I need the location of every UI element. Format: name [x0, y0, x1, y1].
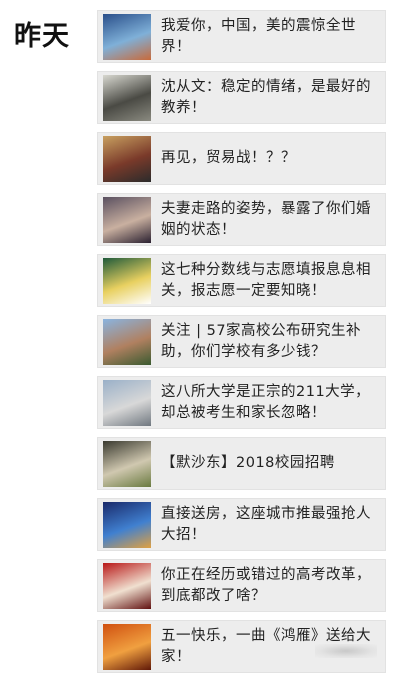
article-title: 你正在经历或错过的高考改革，到底都改了啥？ — [161, 566, 371, 604]
article-title: 我爱你，中国，美的震惊全世界！ — [161, 17, 356, 55]
watermark-overlay — [315, 644, 377, 658]
article-card[interactable]: 我爱你，中国，美的震惊全世界！ — [97, 10, 386, 63]
article-card[interactable]: 沈从文：稳定的情绪，是最好的教养！ — [97, 71, 386, 124]
article-card[interactable]: 夫妻走路的姿势，暴露了你们婚姻的状态！ — [97, 193, 386, 246]
campus-building-photo-thumbnail — [103, 379, 151, 426]
old-couple-photo-thumbnail — [103, 74, 151, 121]
article-title: 夫妻走路的姿势，暴露了你们婚姻的状态！ — [161, 200, 371, 238]
article-title: 再见，贸易战！？？ — [161, 150, 296, 166]
article-title: 这八所大学是正宗的211大学，却总被考生和家长忽略！ — [161, 383, 371, 421]
article-title: 这七种分数线与志愿填报息息相关，报志愿一定要知晓！ — [161, 261, 371, 299]
article-card[interactable]: 【默沙东】2018校园招聘 — [97, 437, 386, 490]
article-title: 关注 | 57家高校公布研究生补助，你们学校有多少钱？ — [161, 322, 362, 360]
feed-page: 昨天 我爱你，中国，美的震惊全世界！ 沈从文：稳定的情绪，是最好的教养！ 再见，贸易… — [0, 0, 400, 673]
article-card[interactable]: 关注 | 57家高校公布研究生补助，你们学校有多少钱？ — [97, 315, 386, 368]
article-card[interactable]: 这八所大学是正宗的211大学，却总被考生和家长忽略！ — [97, 376, 386, 429]
politician-portrait-photo-thumbnail — [103, 135, 151, 182]
section-heading: 昨天 — [14, 21, 70, 52]
article-card[interactable]: 再见，贸易战！？？ — [97, 132, 386, 185]
article-card[interactable]: 你正在经历或错过的高考改革，到底都改了啥？ — [97, 559, 386, 612]
university-building-photo-thumbnail — [103, 318, 151, 365]
article-title: 直接送房，这座城市推最强抢人大招！ — [161, 505, 371, 543]
article-list: 我爱你，中国，美的震惊全世界！ 沈从文：稳定的情绪，是最好的教养！ 再见，贸易战！？… — [97, 10, 390, 673]
raised-fist-poster-thumbnail — [103, 562, 151, 609]
article-card[interactable]: 五一快乐，一曲《鸿雁》送给大家！ — [97, 620, 386, 673]
article-title: 【默沙东】2018校园招聘 — [161, 455, 335, 471]
city-night-photo-thumbnail — [103, 501, 151, 548]
article-card[interactable]: 这七种分数线与志愿填报息息相关，报志愿一定要知晓！ — [97, 254, 386, 307]
article-title: 沈从文：稳定的情绪，是最好的教养！ — [161, 78, 371, 116]
article-card[interactable]: 直接送房，这座城市推最强抢人大招！ — [97, 498, 386, 551]
landscape-mountain-photo-thumbnail — [103, 13, 151, 60]
sunset-photo-thumbnail — [103, 623, 151, 670]
couple-walking-photo-thumbnail — [103, 196, 151, 243]
chalkboard-photo-thumbnail — [103, 257, 151, 304]
company-logo-photo-thumbnail — [103, 440, 151, 487]
